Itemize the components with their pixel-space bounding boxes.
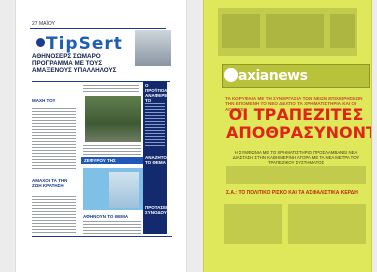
sidebar-text-1 (145, 103, 165, 147)
sidebar-heading-1: Ο ΠΡΟΫΠΟΛΟΓΙΣΜΟΣ ΑΝΑΦΕΡΕΙ ΤΟ (145, 83, 187, 103)
bottom-story-photo (224, 204, 282, 244)
bottom-story-text (288, 204, 366, 244)
top-promo-photo-3 (330, 14, 355, 48)
masthead-logo: TipSert (46, 34, 123, 54)
column-heading-2: ΑΜΑΧΟΙ ΤΑ ΤΗΝ ΖΩΗ ΚΡΑΤΗΣΗ (32, 178, 68, 188)
newspaper-page-axianews[interactable]: axianews ΤΑ ΚΟΡΥΦΑΙΑ ΜΕ ΤΗ ΣΥΝΕΡΓΑΣΙΑ ΤΩ… (203, 0, 372, 272)
sidebar-heading-3: ΠΡΟΤΑΣΕΙΣ ΣΥΝΟΔΟΥ (145, 205, 171, 215)
main-headline: ΟΙ ΤΡΑΠΕΖΙΤΕΣ ΑΠΟΘΡΑΣΥΝΟΝΤΑΙ! (226, 105, 371, 142)
lead-headline: ΑΘΗΝΟΣΕΡΣ ΣΩΜΑΡΟ ΠΡΟΓΡΑΜΜΑ ΜΕ ΤΟΥΣ ΑΜΑΞΕ… (32, 53, 117, 74)
park-photo (85, 96, 141, 142)
column-text-1 (32, 108, 76, 170)
column-heading-1: ΜΑΧΗ ΤΟΥ (32, 98, 56, 103)
secondary-headline: Σ.Α.: ΤΟ ΠΟΛΙΤΙΚΟ ΡΙΣΚΟ ΚΑΙ ΤΑ ΑΣΦΑΛΙΣΤΙ… (226, 190, 358, 196)
masthead-logo-mark (224, 68, 238, 82)
middle-caption (83, 145, 141, 155)
feature-banner: ΖΕΦΥΡΟΥ ΤΗΣ ΟΙΚΟΝΟΜΙΑΣ (81, 157, 143, 170)
bottom-heading: ΑΦΗΝΟΥΝ ΤΟ ΘΕΜΑ (83, 214, 129, 219)
logo-mark (36, 38, 45, 47)
issue-date: 27 ΜΑΪΟΥ (32, 21, 55, 27)
masthead-logo: axianews (238, 68, 308, 84)
column-text-2 (32, 196, 76, 234)
feature-photo (109, 172, 139, 208)
sidebar-heading-2: ΑΝΑΖΗΤΟΥΝ ΤΟ ΘΕΜΑ (145, 155, 174, 165)
bottom-text (83, 221, 141, 234)
top-promo-photo-1 (222, 14, 260, 48)
header-rule (30, 28, 166, 29)
header-photo (135, 30, 171, 66)
footer-rule (32, 236, 172, 237)
sidebar-column: Ο ΠΡΟΫΠΟΛΟΓΙΣΜΟΣ ΑΝΑΦΕΡΕΙ ΤΟ ΑΝΑΖΗΤΟΥΝ Τ… (143, 81, 187, 234)
subheadline: Η ΣΥΜΦΩΝΙΑ ΜΕ ΤΟ ΧΡΗΜΑΤΙΣΤΗΡΙΟ ΠΡΟΣΛΑΜΒΑ… (232, 150, 360, 165)
middle-text-top (83, 85, 139, 94)
top-promo-photo-2 (266, 14, 324, 48)
newspaper-page-tipsert[interactable]: 27 ΜΑΪΟΥ TipSert ΑΘΗΝΟΣΕΡΣ ΣΩΜΑΡΟ ΠΡΟΓΡΑ… (15, 0, 187, 272)
ad-strip (226, 166, 366, 184)
